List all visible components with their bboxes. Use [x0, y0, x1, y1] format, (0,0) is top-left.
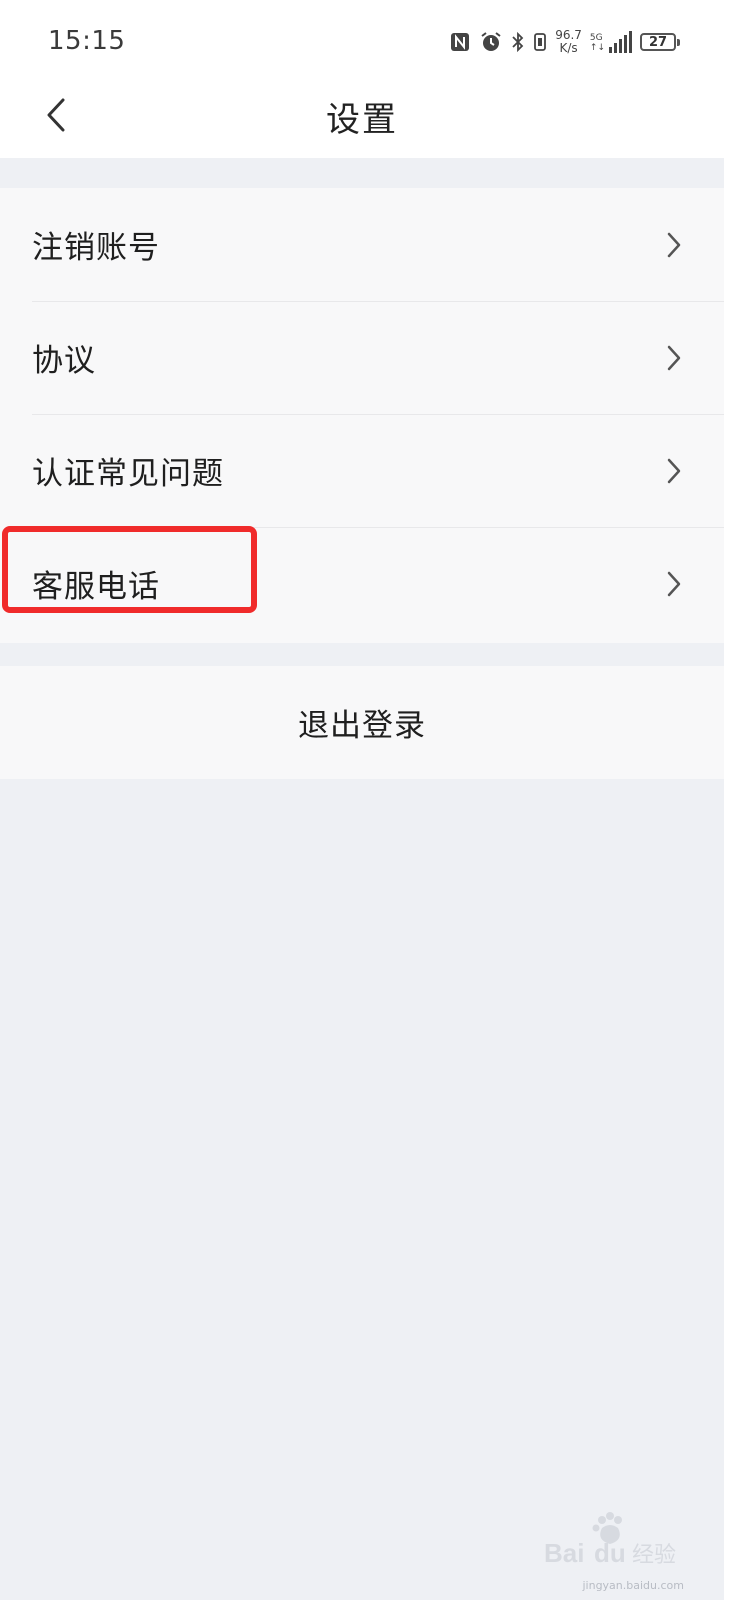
chevron-right-icon [667, 458, 681, 483]
svg-text:Bai: Bai [544, 1538, 584, 1568]
svg-text:du: du [594, 1538, 626, 1568]
nfc-icon [451, 33, 470, 51]
logout-button[interactable]: 退出登录 [0, 666, 724, 779]
battery-level: 27 [648, 34, 668, 50]
chevron-right-icon [667, 571, 681, 596]
setting-item-label: 客服电话 [32, 569, 160, 605]
page-title: 设置 [326, 100, 398, 140]
vibrate-icon [534, 33, 547, 51]
chevron-right-icon [667, 232, 681, 257]
signal-icon: 5G ↑↓ [590, 31, 632, 53]
watermark-url: jingyan.baidu.com [582, 1579, 684, 1592]
status-icons: 96.7 K/s 5G ↑↓ 27 [449, 26, 680, 58]
right-edge-strip [724, 0, 738, 1600]
setting-item-label: 认证常见问题 [32, 456, 224, 492]
setting-item-label: 注销账号 [32, 230, 160, 266]
settings-page: 15:15 96.7 K/s 5G ↑↓ 27 设置 注销账号 协议 认证常见问… [0, 0, 724, 1600]
net-speed-unit: K/s [559, 41, 578, 55]
nav-bar: 设置 [0, 80, 724, 158]
logout-label: 退出登录 [298, 708, 426, 744]
alarm-icon [481, 32, 501, 51]
setting-item-label: 协议 [32, 343, 96, 379]
settings-list: 注销账号 协议 认证常见问题 客服电话 [0, 188, 724, 643]
battery-icon: 27 [640, 33, 680, 51]
setting-item-faq[interactable]: 认证常见问题 [0, 414, 724, 527]
setting-item-cancel-account[interactable]: 注销账号 [0, 188, 724, 301]
svg-text:经验: 经验 [632, 1543, 676, 1568]
bluetooth-icon [512, 31, 524, 53]
status-bar: 15:15 96.7 K/s 5G ↑↓ 27 [0, 0, 724, 80]
setting-item-agreement[interactable]: 协议 [0, 301, 724, 414]
status-time: 15:15 [48, 26, 126, 56]
net-speed: 96.7 K/s [555, 29, 582, 55]
network-type: 5G ↑↓ [589, 33, 605, 53]
baidu-watermark-logo: Bai du 经验 [544, 1512, 676, 1568]
chevron-right-icon [667, 345, 681, 370]
setting-item-customer-service[interactable]: 客服电话 [0, 527, 724, 640]
